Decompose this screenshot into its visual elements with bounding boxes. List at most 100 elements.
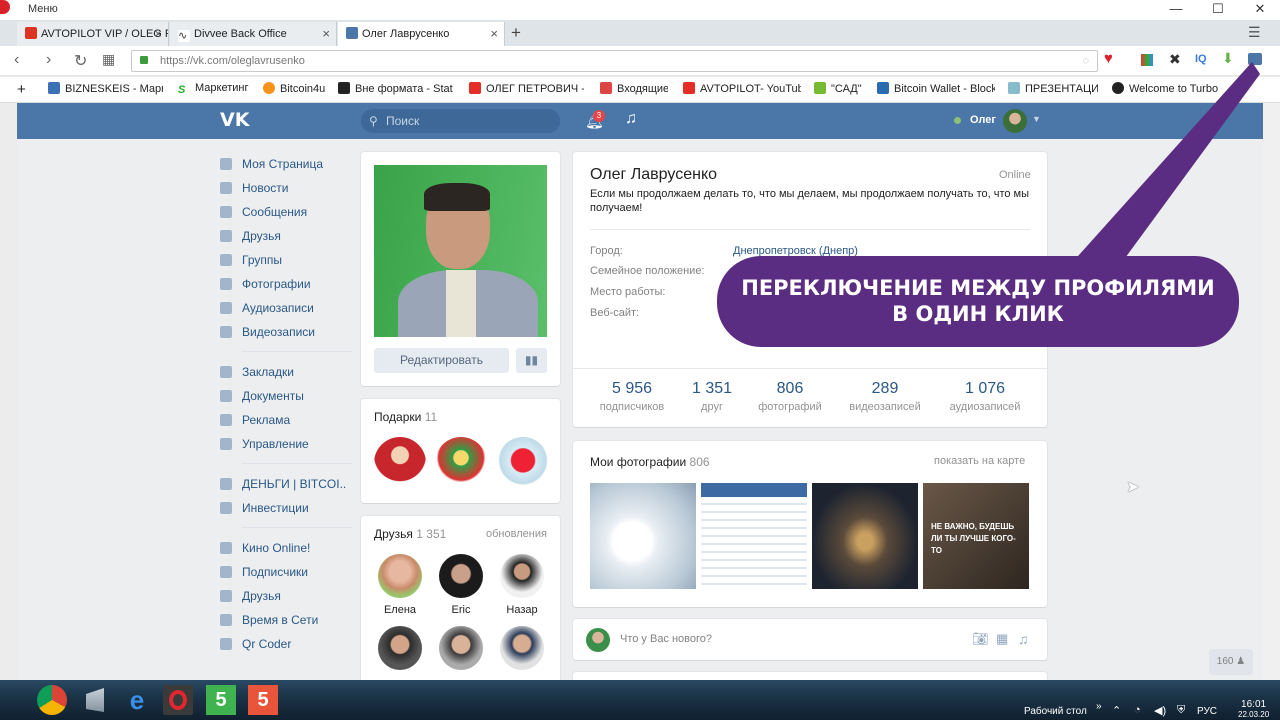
app-icon[interactable]: 5	[248, 685, 278, 715]
music-icon[interactable]: ♫	[1018, 631, 1029, 647]
tab-avtopilot[interactable]: AVTOPILOT VIP / OLEG PE ×	[17, 22, 169, 46]
chevron-icon[interactable]: »	[1096, 701, 1102, 712]
gift-snowglobe[interactable]	[497, 437, 549, 489]
friend-item[interactable]: Назар	[499, 554, 545, 616]
music-icon[interactable]: ♫	[625, 110, 637, 128]
photo-thumbnail[interactable]	[701, 483, 807, 589]
menu-video[interactable]: Видеозаписи	[218, 320, 348, 344]
volume-icon[interactable]: ◀)	[1154, 704, 1166, 717]
gifts-title[interactable]: Подарки 11	[374, 410, 437, 424]
menu-my-page[interactable]: Моя Страница	[218, 152, 348, 176]
close-tab-icon[interactable]: ×	[154, 22, 162, 46]
user-name[interactable]: Олег	[970, 114, 996, 126]
chrome-icon[interactable]	[37, 685, 67, 715]
back-icon[interactable]: ‹	[14, 51, 19, 69]
friend-item[interactable]: Eric	[438, 554, 484, 616]
opera-menu[interactable]: Меню	[28, 3, 58, 15]
menu-photos[interactable]: Фотографии	[218, 272, 348, 296]
friend-item[interactable]: Елена	[377, 554, 423, 616]
opera-taskbar-icon[interactable]	[163, 685, 193, 715]
network-icon[interactable]: ◔	[1134, 704, 1141, 716]
stats-icon[interactable]: ▮▮	[516, 348, 547, 373]
bookmark[interactable]: ОЛЕГ ПЕТРОВИЧ - Y	[469, 82, 584, 95]
gift-snowman[interactable]	[435, 437, 487, 489]
menu-group-money[interactable]: ДЕНЬГИ | BITCOI..	[218, 472, 348, 496]
photos-title[interactable]: Мои фотографии 806	[590, 455, 710, 469]
close-window-button[interactable]: ✕	[1240, 0, 1280, 18]
online-friends-counter[interactable]: 160 ♟	[1209, 649, 1253, 675]
photo-thumbnail[interactable]	[590, 483, 696, 589]
vk-logo[interactable]: VK	[220, 109, 249, 131]
maximize-button[interactable]: ☐	[1198, 0, 1238, 18]
menu-app[interactable]: Qr Coder	[218, 632, 348, 656]
menu-messages[interactable]: Сообщения	[218, 200, 348, 224]
menu-news[interactable]: Новости	[218, 176, 348, 200]
search-input[interactable]: ⚲ Поиск	[361, 109, 560, 133]
bookmark[interactable]: S Маркетинг	[178, 82, 250, 96]
avatar[interactable]	[1003, 109, 1027, 133]
bookmark[interactable]: Вне формата - Statis	[338, 82, 453, 95]
tab-divvee[interactable]: ∿ Divvee Back Office ×	[170, 22, 337, 46]
menu-friends[interactable]: Друзья	[218, 224, 348, 248]
reload-icon[interactable]: ↻	[74, 51, 87, 71]
show-on-map-link[interactable]: показать на карте	[934, 455, 1025, 467]
stat-photos[interactable]: 806 фотографий	[740, 380, 840, 413]
tab-vk-profile[interactable]: Олег Лаврусенко ×	[338, 22, 505, 46]
search-icon: ⚲	[369, 114, 378, 128]
new-tab-button[interactable]: +	[511, 23, 521, 43]
security-icon[interactable]: ⛨	[1177, 704, 1185, 717]
tray-up-icon[interactable]: ⌃	[1112, 704, 1121, 717]
menu-group-invest[interactable]: Инвестиции	[218, 496, 348, 520]
friend-item[interactable]	[377, 626, 423, 670]
stat-audio[interactable]: 1 076 аудиозаписей	[935, 380, 1035, 413]
friends-title[interactable]: Друзья 1 351	[374, 527, 446, 541]
bookmark[interactable]: BIZNESKEIS - Маркет	[48, 82, 163, 95]
stat-videos[interactable]: 289 видеозаписей	[835, 380, 935, 413]
profile-status[interactable]: Если мы продолжаем делать то, что мы дел…	[590, 187, 1030, 215]
add-bookmark-icon[interactable]: +	[17, 81, 26, 98]
menu-groups[interactable]: Группы	[218, 248, 348, 272]
tab-menu-icon[interactable]: ☰	[1248, 24, 1261, 41]
close-tab-icon[interactable]: ×	[490, 22, 498, 46]
new-post-input[interactable]: Что у Вас нового?	[620, 633, 712, 645]
bookmark[interactable]: Bitcoin4u	[263, 82, 325, 95]
opera-icon[interactable]	[0, 0, 10, 14]
bookmark[interactable]: AVTOPILOT- YouTube	[683, 82, 801, 95]
minimize-button[interactable]: —	[1156, 0, 1196, 18]
close-tab-icon[interactable]: ×	[322, 22, 330, 46]
menu-app[interactable]: Подписчики	[218, 560, 348, 584]
friend-item[interactable]	[499, 626, 545, 670]
profile-photo[interactable]	[374, 165, 547, 337]
menu-app[interactable]: Друзья	[218, 584, 348, 608]
menu-app[interactable]: Время в Сети	[218, 608, 348, 632]
menu-documents[interactable]: Документы	[218, 384, 348, 408]
edit-profile-button[interactable]: Редактировать	[374, 348, 509, 373]
star-icon	[220, 366, 232, 378]
gift-santa[interactable]	[374, 437, 426, 489]
desktop-toolbar[interactable]: Рабочий стол	[1024, 706, 1087, 717]
menu-audio[interactable]: Аудиозаписи	[218, 296, 348, 320]
video-icon[interactable]: ▦	[996, 631, 1008, 647]
friends-updates-link[interactable]: обновления	[486, 528, 547, 540]
photo-thumbnail[interactable]	[812, 483, 918, 589]
menu-bookmarks[interactable]: Закладки	[218, 360, 348, 384]
bookmark[interactable]: Bitcoin Wallet - Block	[877, 82, 995, 95]
photo-thumbnail[interactable]: НЕ ВАЖНО, БУДЕШЬ ЛИ ТЫ ЛУЧШЕ КОГО-ТО	[923, 483, 1029, 589]
app-icon[interactable]: 5	[206, 685, 236, 715]
clock[interactable]: 16:01 22.03.20	[1238, 699, 1269, 719]
forward-icon[interactable]: ›	[46, 51, 51, 69]
speed-dial-icon[interactable]: ▦	[102, 51, 115, 68]
camera-icon[interactable]: 📷︎	[972, 631, 989, 647]
callout-banner: ПЕРЕКЛЮЧЕНИЕ МЕЖДУ ПРОФИЛЯМИ В ОДИН КЛИК	[717, 256, 1239, 347]
bookmark[interactable]: "САД"	[814, 82, 864, 95]
menu-manage[interactable]: Управление	[218, 432, 348, 456]
user-icon	[220, 230, 232, 242]
friend-item[interactable]	[438, 626, 484, 670]
menu-ads[interactable]: Реклама	[218, 408, 348, 432]
menu-app[interactable]: Кино Online!	[218, 536, 348, 560]
language-indicator[interactable]: РУС	[1197, 706, 1217, 717]
edge-icon[interactable]: e	[122, 685, 152, 715]
avatar	[500, 626, 544, 670]
bookmark[interactable]: Входящие	[600, 82, 668, 95]
address-bar[interactable]: https://vk.com/oleglavrusenko ◌	[131, 50, 1098, 72]
